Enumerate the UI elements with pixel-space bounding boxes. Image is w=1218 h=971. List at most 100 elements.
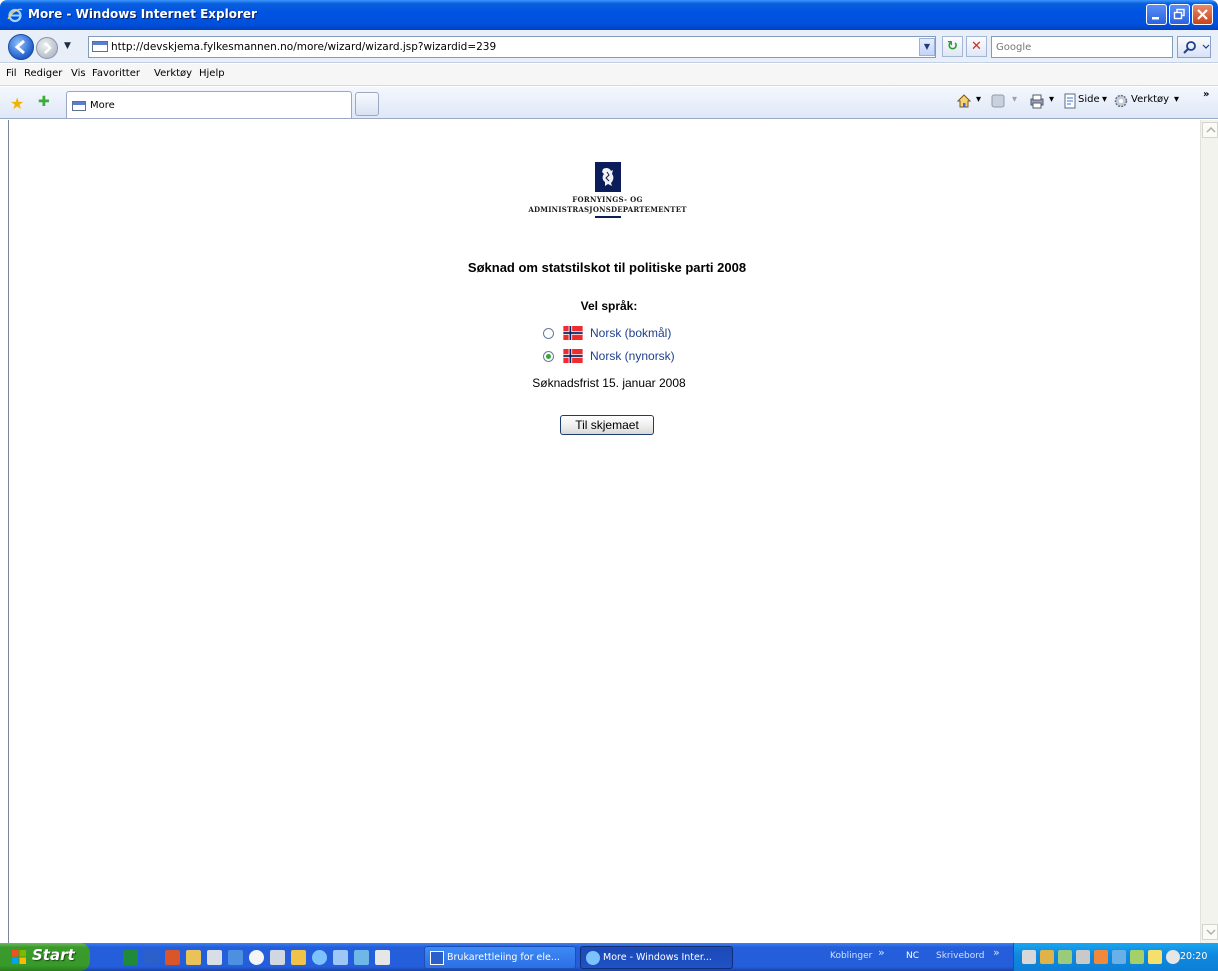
page-content: FORNYINGS- OG ADMINISTRASJONSDEPARTEMENT… xyxy=(8,120,1200,943)
word-quicklaunch-icon[interactable] xyxy=(144,950,159,965)
recent-pages-chevron-icon[interactable]: ▼ xyxy=(64,41,71,51)
taskbar-window-ie[interactable]: More - Windows Inter... xyxy=(580,946,733,969)
search-button[interactable] xyxy=(1177,36,1211,58)
outlook-quicklaunch-icon[interactable] xyxy=(186,950,201,965)
restore-icon xyxy=(1173,8,1185,20)
print-dropdown-icon[interactable]: ▾ xyxy=(1049,94,1054,105)
chevron-up-icon xyxy=(1206,127,1216,133)
deadline-text: Søknadsfrist 15. januar 2008 xyxy=(532,376,686,390)
start-label: Start xyxy=(32,946,75,964)
app-quicklaunch-icon[interactable] xyxy=(228,950,243,965)
tray-icon-battery[interactable] xyxy=(1148,950,1162,964)
taskbar-window-word[interactable]: Brukarettleiing for ele... xyxy=(424,946,576,969)
vertical-scrollbar[interactable] xyxy=(1200,120,1218,943)
tray-icon-app[interactable] xyxy=(1094,950,1108,964)
stop-button[interactable]: ✕ xyxy=(966,36,987,57)
tray-icon-sync[interactable] xyxy=(1076,950,1090,964)
word-icon xyxy=(430,951,444,965)
tray-icon-bluetooth[interactable] xyxy=(1112,950,1126,964)
chevron-more-icon[interactable]: » xyxy=(1203,89,1209,100)
tray-icon-network[interactable] xyxy=(1058,950,1072,964)
scroll-down-button[interactable] xyxy=(1202,924,1218,940)
home-icon[interactable] xyxy=(956,93,972,109)
search-icon xyxy=(1183,41,1210,54)
language-option-bokmal: Norsk (bokmål) xyxy=(543,325,743,341)
toolbar-links[interactable]: Koblinger xyxy=(830,951,872,961)
address-dropdown-button[interactable]: ▼ xyxy=(919,38,935,56)
address-bar[interactable] xyxy=(88,36,936,58)
forward-arrow-icon xyxy=(44,42,52,54)
refresh-button[interactable]: ↻ xyxy=(942,36,963,57)
desktop-quicklaunch-icon[interactable] xyxy=(333,950,348,965)
print-icon[interactable] xyxy=(1029,93,1045,109)
language-link-bokmal[interactable]: Norsk (bokmål) xyxy=(590,326,671,340)
taskbar-window-label: More - Windows Inter... xyxy=(603,952,712,963)
excel-quicklaunch-icon[interactable] xyxy=(123,950,138,965)
search-box[interactable] xyxy=(991,36,1173,58)
minimize-icon xyxy=(1152,17,1159,20)
windows-logo-icon xyxy=(12,950,26,964)
title-bar: More - Windows Internet Explorer xyxy=(0,0,1218,30)
ie-icon xyxy=(586,951,600,965)
document-quicklaunch-icon[interactable] xyxy=(270,950,285,965)
back-arrow-icon xyxy=(14,39,25,55)
to-form-button[interactable]: Til skjemaet xyxy=(560,415,654,435)
internet-explorer-icon xyxy=(7,8,23,23)
toolbar-desktop[interactable]: Skrivebord xyxy=(936,951,984,961)
acrobat-quicklaunch-icon[interactable] xyxy=(375,950,390,965)
feeds-icon[interactable] xyxy=(990,93,1006,109)
chevron-more-icon[interactable]: » xyxy=(878,946,885,959)
tools-menu-button[interactable]: Verktøy xyxy=(1131,94,1169,105)
radio-nynorsk[interactable] xyxy=(543,351,554,362)
coat-of-arms-icon xyxy=(595,162,621,192)
back-button[interactable] xyxy=(8,34,34,60)
media-quicklaunch-icon[interactable] xyxy=(249,950,264,965)
tab-label: More xyxy=(90,100,115,111)
tab-more[interactable]: More xyxy=(66,91,352,118)
notepad-quicklaunch-icon[interactable] xyxy=(207,950,222,965)
menu-view[interactable]: Vis xyxy=(71,68,86,79)
search-input[interactable] xyxy=(996,39,1166,55)
chevron-more-icon[interactable]: » xyxy=(993,946,1000,959)
taskbar: Start Brukarettleiing for ele... More - … xyxy=(0,943,1218,971)
page-menu-button[interactable]: Side xyxy=(1078,94,1100,105)
start-button[interactable]: Start xyxy=(0,943,90,971)
menu-help[interactable]: Hjelp xyxy=(199,68,225,79)
tools-dropdown-icon[interactable]: ▾ xyxy=(1174,94,1179,105)
powerpoint-quicklaunch-icon[interactable] xyxy=(165,950,180,965)
favorites-star-icon[interactable]: ★ xyxy=(10,94,24,113)
menu-favorites[interactable]: Favoritter xyxy=(92,68,140,79)
logo-text-line1: FORNYINGS- OG xyxy=(572,195,643,204)
norway-flag-icon xyxy=(563,349,583,363)
feeds-dropdown-icon[interactable]: ▾ xyxy=(1012,94,1017,105)
page-menu-icon xyxy=(1064,93,1076,109)
address-input[interactable] xyxy=(111,39,911,55)
close-button[interactable] xyxy=(1192,4,1213,25)
menu-tools[interactable]: Verktøy xyxy=(154,68,192,79)
new-tab-button[interactable] xyxy=(355,92,379,116)
language-option-nynorsk: Norsk (nynorsk) xyxy=(543,348,743,364)
home-dropdown-icon[interactable]: ▾ xyxy=(976,94,981,105)
tray-icon-user[interactable] xyxy=(1022,950,1036,964)
chevron-down-icon: ▼ xyxy=(923,42,931,51)
refresh-icon: ↻ xyxy=(947,39,958,54)
forward-button[interactable] xyxy=(36,37,58,59)
tray-icon-shield[interactable] xyxy=(1040,950,1054,964)
folder-quicklaunch-icon[interactable] xyxy=(291,950,306,965)
page-dropdown-icon[interactable]: ▾ xyxy=(1102,94,1107,105)
language-link-nynorsk[interactable]: Norsk (nynorsk) xyxy=(590,349,675,363)
scroll-up-button[interactable] xyxy=(1202,122,1218,138)
tab-bar: ★ ✚ More ▾ ▾ ▾ Side ▾ Verktøy ▾ » xyxy=(0,87,1218,119)
minimize-button[interactable] xyxy=(1146,4,1167,25)
ie-quicklaunch-icon[interactable] xyxy=(312,950,327,965)
menu-edit[interactable]: Rediger xyxy=(24,68,62,79)
tray-icon-volume[interactable] xyxy=(1166,950,1180,964)
messenger-quicklaunch-icon[interactable] xyxy=(354,950,369,965)
menu-file[interactable]: Fil xyxy=(6,68,17,79)
radio-bokmal[interactable] xyxy=(543,328,554,339)
toolbar-nc[interactable]: NC xyxy=(906,951,919,961)
restore-button[interactable] xyxy=(1169,4,1190,25)
taskbar-window-label: Brukarettleiing for ele... xyxy=(447,952,560,963)
add-favorite-icon[interactable]: ✚ xyxy=(38,94,50,110)
tray-icon-monitor[interactable] xyxy=(1130,950,1144,964)
